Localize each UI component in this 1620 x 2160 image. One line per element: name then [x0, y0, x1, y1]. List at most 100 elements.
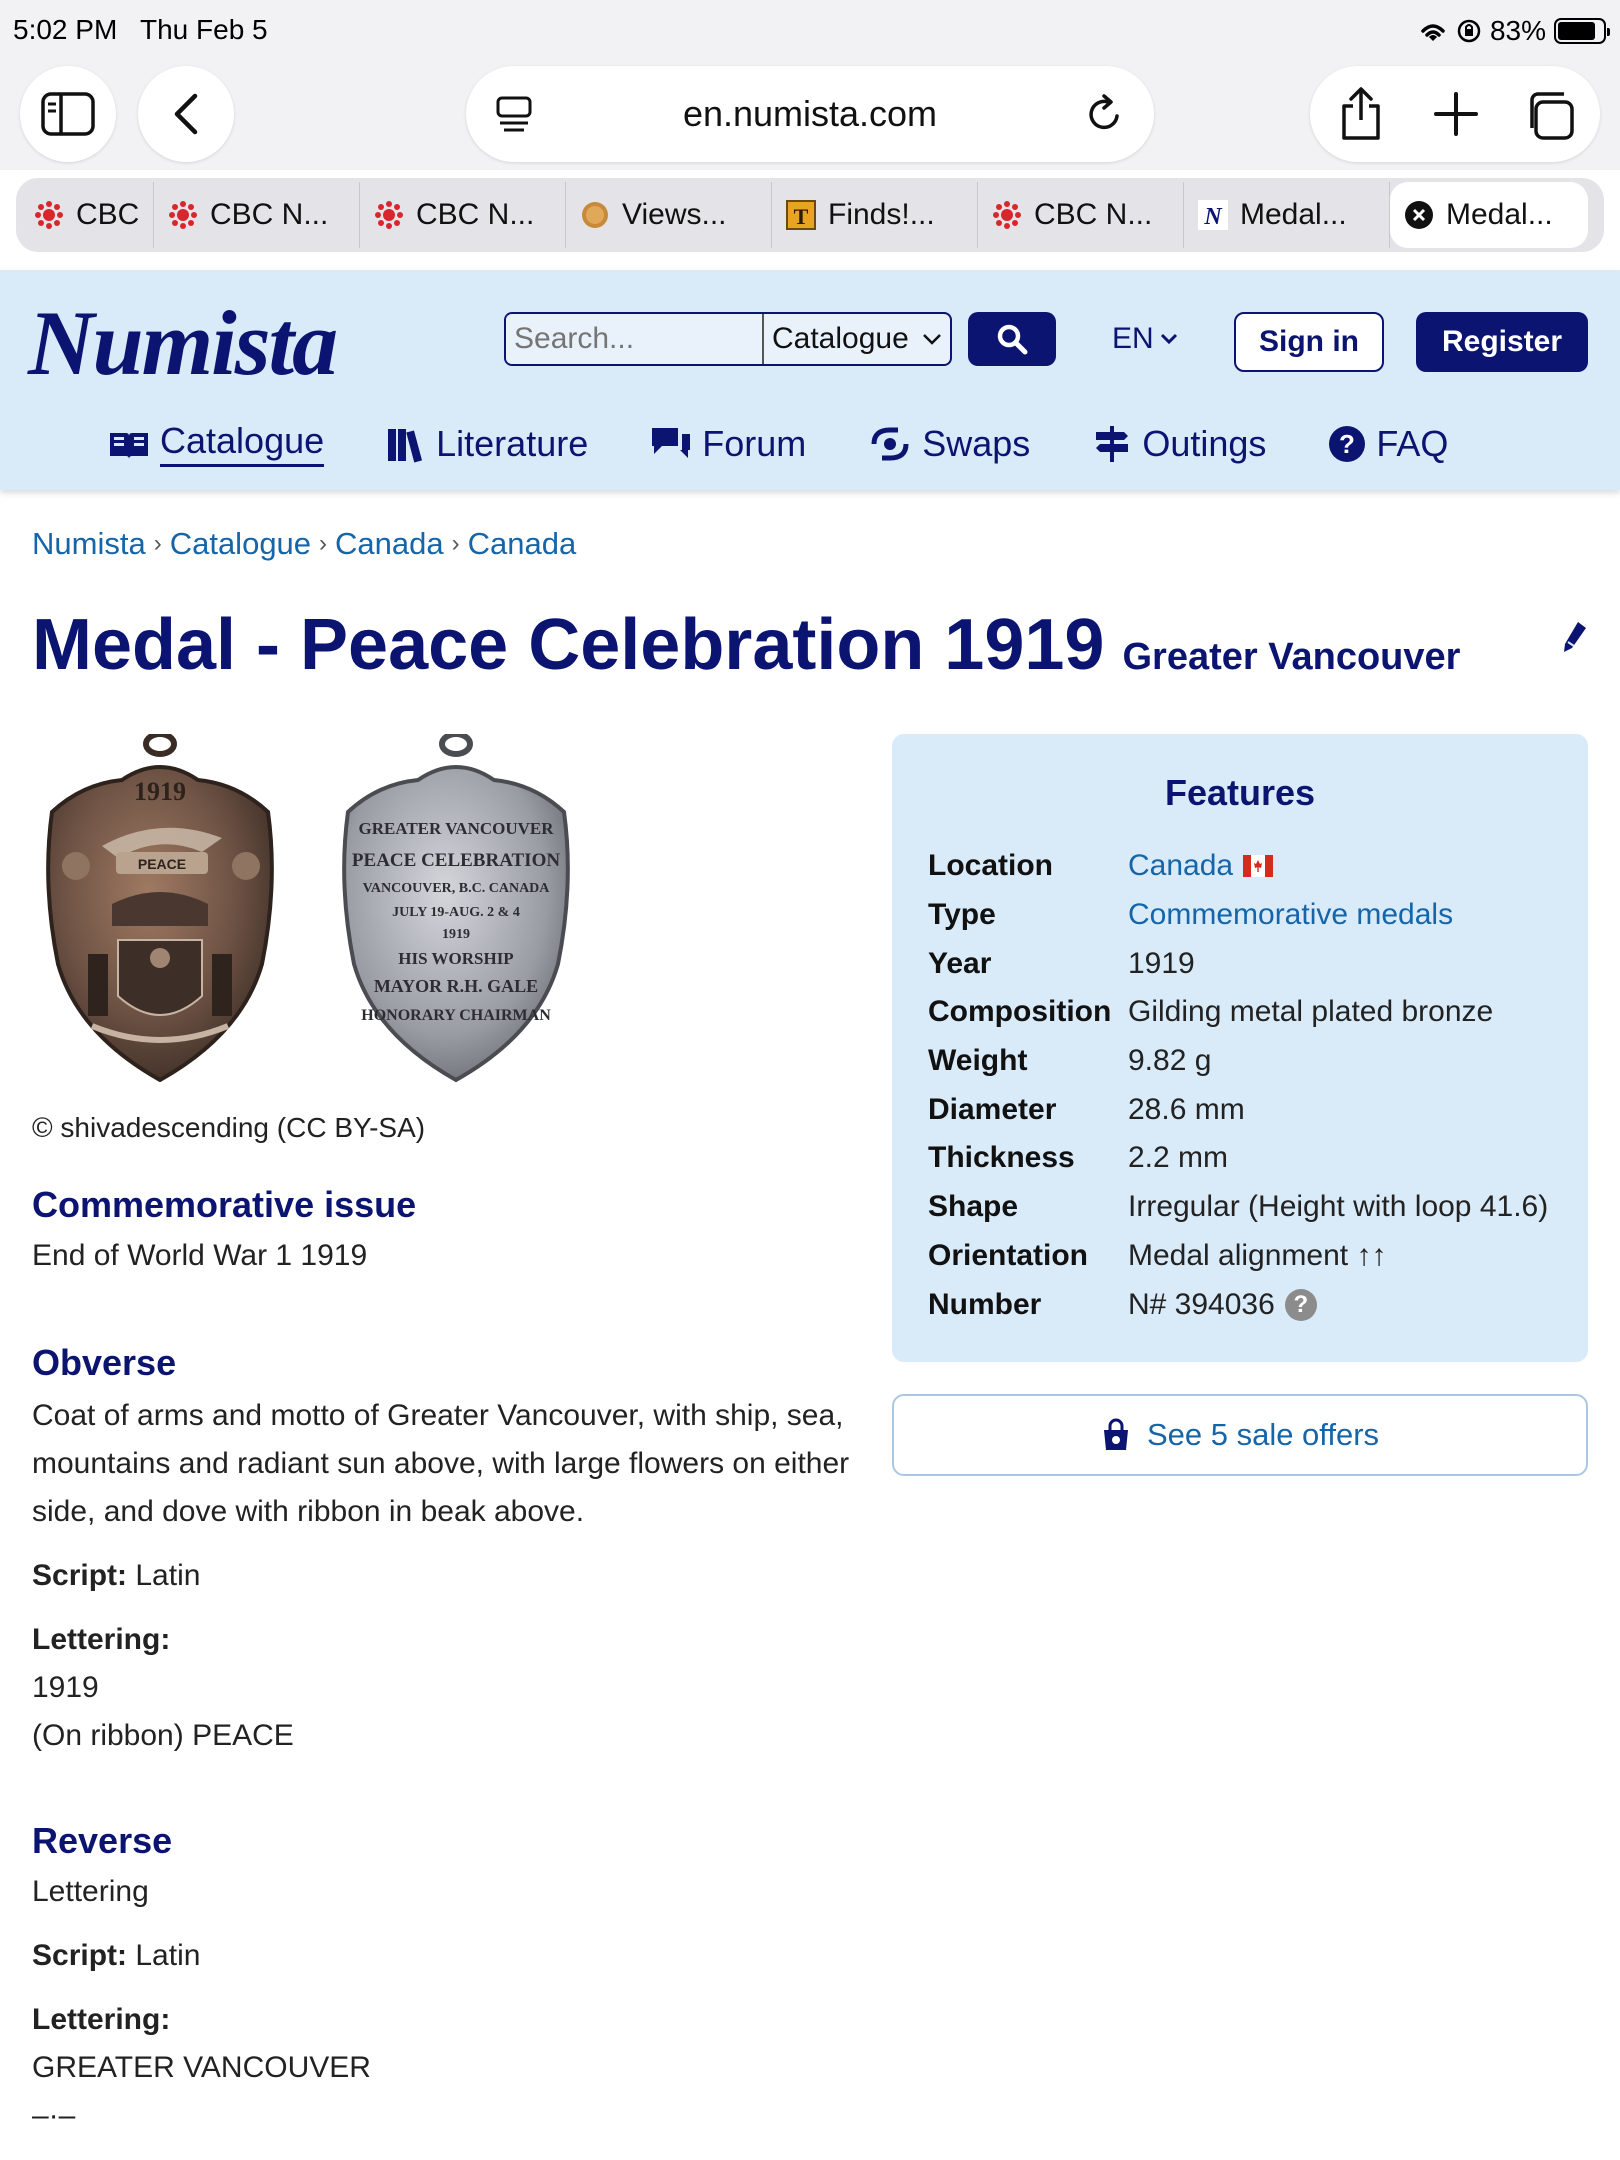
- page-title: Medal - Peace Celebration 1919 Greater V…: [32, 604, 1460, 686]
- feature-value[interactable]: Commemorative medals: [1128, 898, 1453, 932]
- feature-row-shape: Shape Irregular (Height with loop 41.6): [928, 1183, 1548, 1232]
- browser-tab[interactable]: CBC N...: [360, 182, 566, 248]
- reverse-coin-line: GREATER VANCOUVER: [358, 819, 554, 838]
- feature-value: Irregular (Height with loop 41.6): [1128, 1190, 1549, 1224]
- page-title-main: Medal - Peace Celebration 1919: [32, 605, 1105, 685]
- nav-label: FAQ: [1376, 422, 1449, 464]
- reverse-coin-line: JULY 19-AUG. 2 & 4: [392, 905, 520, 920]
- reload-icon[interactable]: [1086, 94, 1124, 134]
- help-icon[interactable]: ?: [1284, 1288, 1317, 1321]
- reverse-coin-line: HONORARY CHAIRMAN: [361, 1007, 551, 1024]
- cbc-gem-icon: [375, 201, 403, 229]
- edit-pen-icon[interactable]: [1562, 620, 1588, 654]
- cbc-gem-icon: [169, 201, 197, 229]
- language-selector[interactable]: EN: [1112, 322, 1178, 356]
- feature-value-link[interactable]: Canada: [1128, 849, 1274, 883]
- obverse-section: Obverse Coat of arms and motto of Greate…: [32, 1342, 872, 1760]
- breadcrumb-link[interactable]: Numista: [32, 526, 146, 562]
- sidebar-button[interactable]: [20, 66, 116, 162]
- share-icon[interactable]: [1338, 86, 1384, 142]
- obverse-description-line: Coat of arms and motto of Greater Vancou…: [32, 1399, 844, 1432]
- book-icon: [110, 432, 148, 459]
- sign-in-button[interactable]: Sign in: [1234, 312, 1384, 372]
- numista-logo[interactable]: Numista: [28, 290, 338, 396]
- feature-row-type: Type Commemorative medals: [928, 891, 1548, 940]
- sidebar-icon: [41, 92, 95, 136]
- tab-label: CBC N...: [416, 198, 535, 231]
- browser-tab[interactable]: CBC N...: [978, 182, 1184, 248]
- sale-offers-label: See 5 sale offers: [1146, 1417, 1380, 1452]
- browser-tab-active[interactable]: Medal...: [1390, 182, 1588, 248]
- features-card: Features Location Canada Type Commemorat…: [892, 734, 1588, 1362]
- page-title-subtitle: Greater Vancouver: [1122, 636, 1461, 678]
- script-value: Latin: [135, 1559, 201, 1592]
- browser-tab[interactable]: CBC: [20, 182, 154, 248]
- lettering-label: Lettering:: [32, 1623, 171, 1656]
- nav-outings[interactable]: Outings: [1092, 420, 1266, 467]
- svg-text:?: ?: [1339, 429, 1355, 459]
- browser-tab[interactable]: CBC N...: [154, 182, 360, 248]
- main-nav: Catalogue Literature Forum Swaps Outings…: [108, 420, 1448, 467]
- browser-tab[interactable]: Views...: [566, 182, 772, 248]
- breadcrumb-link[interactable]: Canada: [468, 526, 577, 562]
- status-bar: 5:02 PM Thu Feb 5 83%: [0, 0, 1620, 58]
- nav-literature[interactable]: Literature: [386, 420, 588, 467]
- sale-offers-button[interactable]: See 5 sale offers: [892, 1394, 1588, 1476]
- lettering-label: Lettering:: [32, 2003, 171, 2036]
- nav-forum[interactable]: Forum: [650, 420, 806, 467]
- feature-value: 1919: [1128, 946, 1195, 980]
- reverse-coin-line: 1919: [442, 927, 470, 942]
- nav-label: Outings: [1142, 422, 1267, 464]
- lettering-line: GREATER VANCOUVER: [32, 2051, 371, 2084]
- search-scope-select[interactable]: Catalogue: [764, 314, 950, 364]
- search-scope-value: Catalogue: [772, 322, 909, 355]
- lettering-line: –·–: [32, 2099, 76, 2132]
- tab-label: Finds!...: [828, 198, 935, 231]
- chevron-down-icon: [923, 334, 941, 345]
- reverse-image[interactable]: GREATER VANCOUVER PEACE CELEBRATION VANC…: [328, 734, 584, 1086]
- tab-label: Medal...: [1240, 198, 1347, 231]
- breadcrumb-link[interactable]: Canada: [335, 526, 444, 562]
- svg-text:N: N: [1203, 204, 1223, 230]
- battery-icon: [1554, 18, 1610, 44]
- search-input[interactable]: [506, 314, 764, 364]
- browser-tab[interactable]: T Finds!...: [772, 182, 978, 248]
- feature-row-diameter: Diameter 28.6 mm: [928, 1085, 1548, 1134]
- feature-key: Number: [928, 1287, 1042, 1321]
- obverse-image[interactable]: 1919 PEACE: [32, 734, 288, 1086]
- new-tab-icon[interactable]: [1434, 92, 1478, 136]
- feature-row-orientation: Orientation Medal alignment ↑↑: [928, 1232, 1548, 1281]
- register-button[interactable]: Register: [1416, 312, 1588, 372]
- language-value: EN: [1112, 322, 1154, 355]
- lettering-line: 1919: [32, 1671, 99, 1704]
- question-icon: ?: [1329, 425, 1366, 462]
- script-label: Script:: [32, 1559, 128, 1592]
- features-list: Location Canada Type Commemorative medal…: [928, 842, 1548, 1329]
- back-button[interactable]: [138, 66, 234, 162]
- reverse-coin-line: PEACE CELEBRATION: [352, 850, 560, 871]
- breadcrumb-link[interactable]: Catalogue: [170, 526, 311, 562]
- commemorative-text: End of World War 1 1919: [32, 1239, 368, 1272]
- toolbar-actions: [1310, 66, 1600, 162]
- nav-label: Swaps: [922, 422, 1031, 464]
- tabs-overview-icon[interactable]: [1524, 90, 1576, 142]
- reverse-script: Script: Latin: [32, 1932, 872, 1980]
- reverse-heading: Reverse: [32, 1820, 173, 1861]
- breadcrumb-separator: ›: [153, 530, 162, 557]
- close-tab-icon[interactable]: [1404, 200, 1434, 230]
- reverse-coin-line: MAYOR R.H. GALE: [374, 976, 538, 996]
- nav-faq[interactable]: ? FAQ: [1328, 420, 1448, 467]
- browser-tab[interactable]: N Medal...: [1184, 182, 1390, 248]
- status-date: Thu Feb 5: [140, 14, 268, 45]
- nav-swaps[interactable]: Swaps: [868, 420, 1030, 467]
- canada-flag-icon: [1243, 855, 1274, 878]
- breadcrumb-separator: ›: [451, 530, 460, 557]
- swap-icon: [871, 427, 909, 460]
- cbc-gem-icon: [35, 201, 63, 229]
- feature-value: 2.2 mm: [1128, 1141, 1229, 1175]
- search-button[interactable]: [968, 312, 1056, 366]
- address-bar[interactable]: en.numista.com: [466, 66, 1154, 162]
- feature-value[interactable]: Canada: [1128, 849, 1233, 883]
- feature-key: Shape: [928, 1190, 1019, 1224]
- nav-catalogue[interactable]: Catalogue: [108, 420, 325, 467]
